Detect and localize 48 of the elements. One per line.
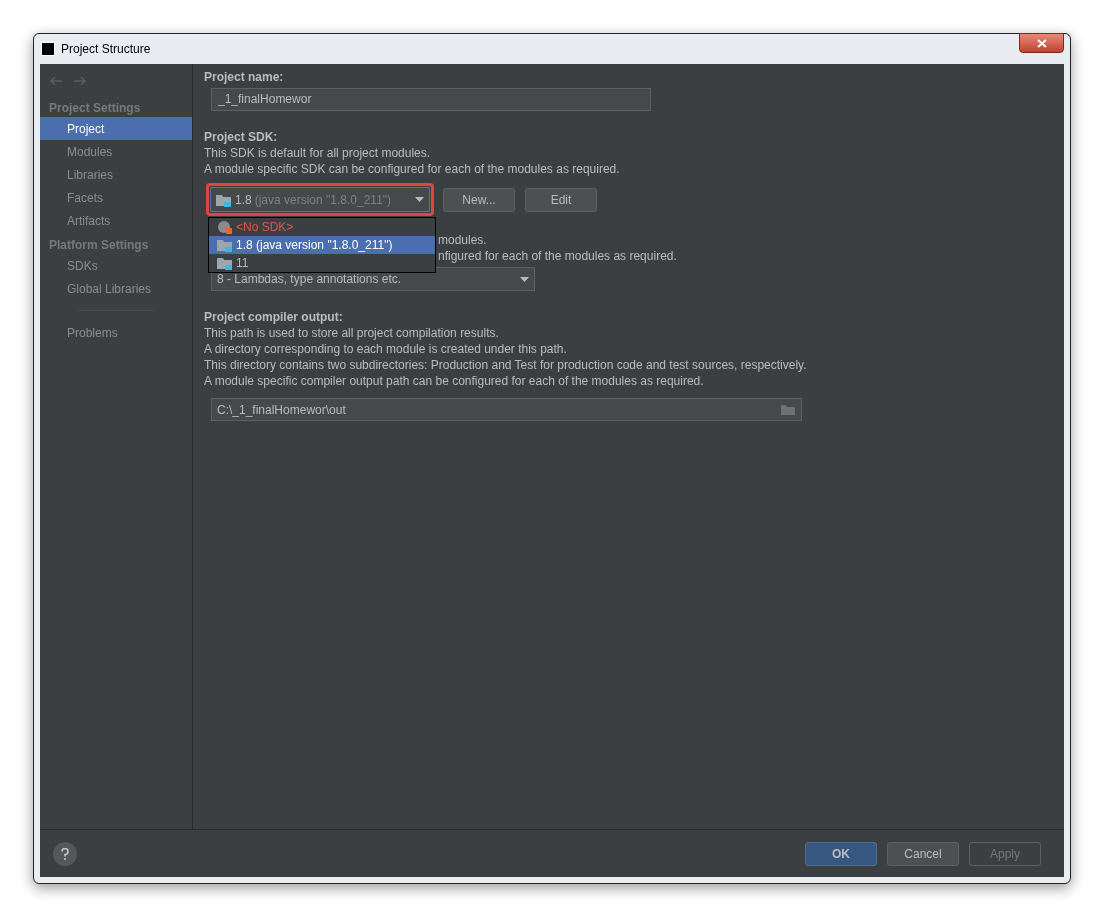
dropdown-option[interactable]: <No SDK> — [209, 218, 435, 236]
sidebar-item[interactable]: Project — [40, 117, 192, 140]
sdk-button[interactable]: Edit — [525, 187, 597, 212]
project-name-field[interactable]: _1_finalHomewor — [211, 88, 651, 111]
description-text: This path is used to store all project compilation results. — [204, 325, 500, 341]
description-text: modules. — [438, 232, 487, 248]
window-title: Project Structure — [61, 41, 151, 58]
description-text: A module specific compiler output path can be configured for each of the modules as required. — [204, 373, 705, 389]
sdk-button[interactable]: New... — [443, 187, 515, 212]
sdk-combo-box[interactable]: 1.8 (java version "1.8.0_211") — [206, 183, 434, 216]
dialog-button[interactable]: Cancel — [887, 841, 959, 866]
field-label: Project SDK: — [204, 129, 279, 145]
description-text: nfigured for each of the modules as required. — [438, 248, 677, 264]
field-value: C:\_1_finalHomewor\out — [217, 401, 346, 418]
field-label: Project name: — [204, 69, 285, 85]
jdk-folder-icon — [217, 238, 233, 252]
sidebar-item[interactable]: Problems — [40, 321, 192, 344]
help-button[interactable] — [53, 841, 77, 866]
forward-arrow-icon[interactable] — [73, 76, 87, 86]
description-text: A module specific SDK can be configured for each of the modules as required. — [204, 161, 621, 177]
dropdown-arrow-icon — [520, 276, 529, 282]
dropdown-arrow-icon — [415, 197, 424, 202]
sidebar-item[interactable]: Modules — [40, 140, 192, 163]
combo-value: 8 - Lambdas, type annotations etc. — [217, 271, 402, 287]
sidebar-item[interactable]: Libraries — [40, 163, 192, 186]
section-heading: Project Settings — [48, 100, 142, 117]
sidebar-item[interactable]: Artifacts — [40, 209, 192, 232]
sidebar-item[interactable]: Global Libraries — [40, 277, 192, 300]
description-text: This directory contains two subdirectories: Production and Test for production code and test sources, respectively. — [204, 357, 808, 373]
jdk-folder-icon — [217, 256, 233, 270]
dialog-button[interactable]: OK — [805, 841, 877, 866]
sidebar-item[interactable]: Facets — [40, 186, 192, 209]
combo-detail: (java version "1.8.0_211") — [254, 191, 393, 208]
back-arrow-icon[interactable] — [49, 76, 63, 86]
sidebar-item[interactable]: SDKs — [40, 254, 192, 277]
app-icon — [41, 42, 55, 56]
jdk-folder-icon — [216, 192, 232, 207]
combo-value: 1.8 — [235, 191, 252, 208]
description-text: This SDK is default for all project modules. — [204, 145, 432, 161]
output-path-field[interactable]: C:\_1_finalHomewor\out — [211, 398, 802, 421]
help-icon — [61, 847, 69, 860]
close-button[interactable] — [1019, 33, 1064, 53]
description-text: A directory corresponding to each module is created under this path. — [204, 341, 568, 357]
dropdown-option[interactable]: 1.8 (java version "1.8.0_211") — [209, 236, 435, 254]
folder-icon[interactable] — [781, 403, 796, 416]
field-label: Project compiler output: — [204, 309, 344, 325]
section-heading: Platform Settings — [48, 237, 150, 254]
close-icon — [1036, 38, 1047, 48]
